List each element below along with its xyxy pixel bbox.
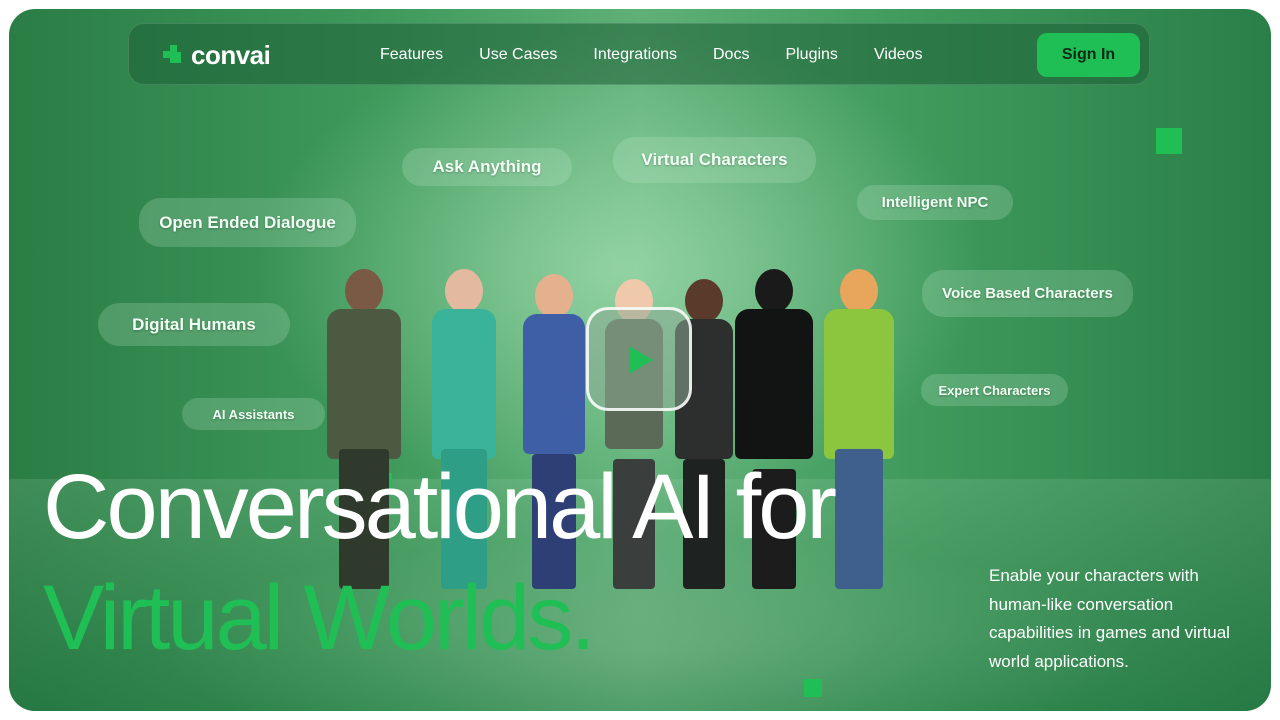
hero-subtitle: Enable your characters with human-like c… bbox=[989, 566, 1230, 671]
brand-name: convai bbox=[191, 39, 271, 70]
tag-ask-anything: Ask Anything bbox=[402, 148, 572, 186]
tag-digital-humans: Digital Humans bbox=[98, 303, 290, 346]
convai-logo-icon bbox=[163, 45, 183, 65]
tag-virtual-characters: Virtual Characters bbox=[613, 137, 816, 183]
tag-ai-assistants: AI Assistants bbox=[182, 398, 325, 430]
nav-link-videos[interactable]: Videos bbox=[874, 46, 923, 64]
sign-in-button[interactable]: Sign In bbox=[1037, 33, 1140, 77]
hero-heading-line1: Conversational AI for bbox=[43, 456, 837, 558]
play-icon bbox=[629, 346, 653, 374]
decor-square bbox=[1156, 128, 1182, 154]
tag-expert-characters: Expert Characters bbox=[921, 374, 1068, 406]
tag-open-ended-dialogue: Open Ended Dialogue bbox=[139, 198, 356, 247]
play-video-button[interactable] bbox=[586, 307, 692, 411]
decor-square bbox=[804, 679, 822, 697]
nav-links: Features Use Cases Integrations Docs Plu… bbox=[380, 24, 959, 86]
nav-link-plugins[interactable]: Plugins bbox=[785, 46, 837, 64]
tag-voice-based-characters: Voice Based Characters bbox=[922, 270, 1133, 317]
nav-link-docs[interactable]: Docs bbox=[713, 46, 749, 64]
brand-logo[interactable]: convai bbox=[163, 39, 271, 70]
top-navbar: convai Features Use Cases Integrations D… bbox=[128, 23, 1150, 85]
nav-link-integrations[interactable]: Integrations bbox=[593, 46, 677, 64]
hero-heading-line2: Virtual Worlds. bbox=[43, 567, 596, 669]
nav-link-use-cases[interactable]: Use Cases bbox=[479, 46, 557, 64]
tag-intelligent-npc: Intelligent NPC bbox=[857, 185, 1013, 220]
hero-section: convai Features Use Cases Integrations D… bbox=[9, 9, 1271, 711]
nav-link-features[interactable]: Features bbox=[380, 46, 443, 64]
